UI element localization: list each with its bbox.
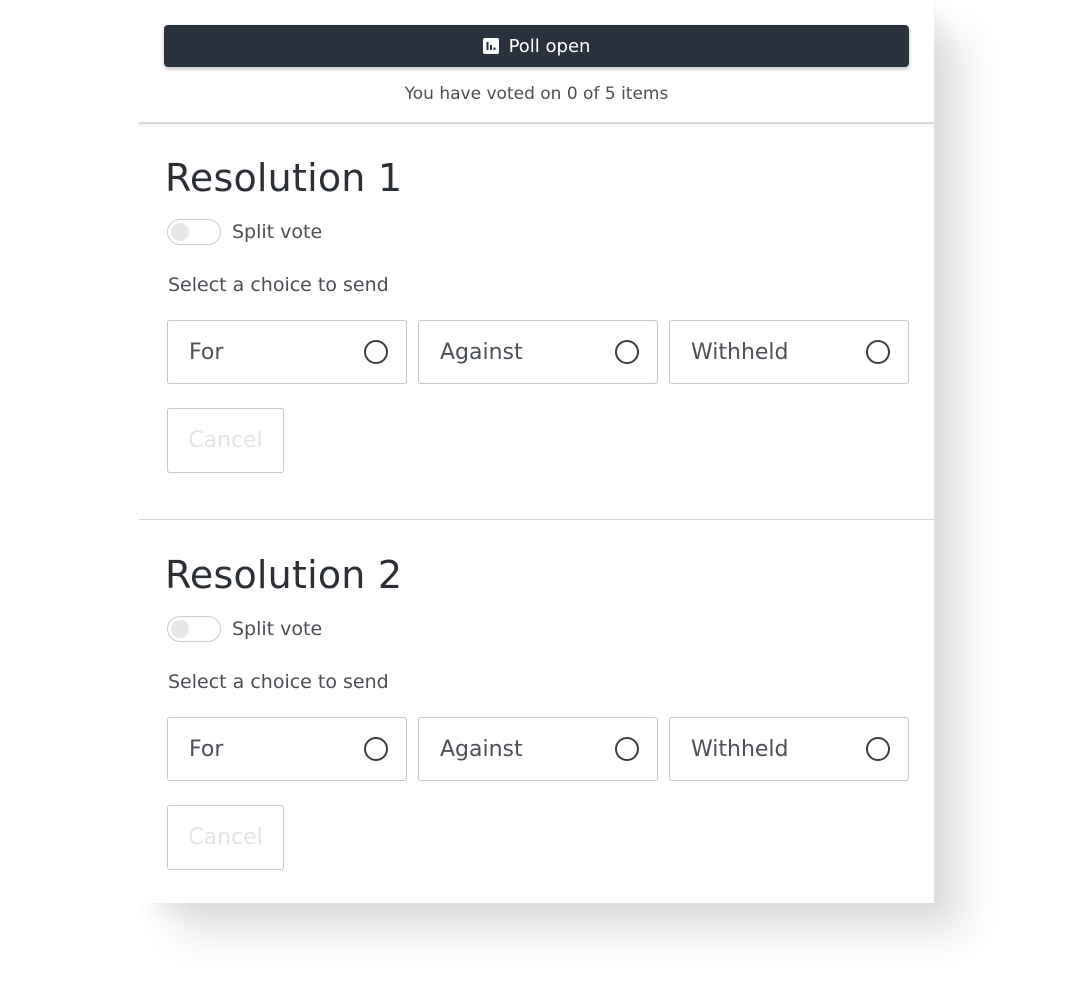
radio-icon[interactable] — [615, 737, 639, 761]
choice-label: Against — [440, 736, 523, 762]
voting-card: Poll open You have voted on 0 of 5 items… — [139, 0, 934, 903]
cancel-button[interactable]: Cancel — [167, 408, 284, 473]
choice-label: Withheld — [691, 736, 789, 762]
choice-withheld[interactable]: Withheld — [669, 717, 909, 781]
radio-icon[interactable] — [364, 340, 388, 364]
choice-label: Against — [440, 339, 523, 365]
toggle-knob — [171, 223, 189, 241]
radio-icon[interactable] — [615, 340, 639, 364]
choice-for[interactable]: For — [167, 320, 407, 384]
choice-against[interactable]: Against — [418, 717, 658, 781]
split-vote-toggle[interactable] — [167, 616, 221, 642]
split-vote-row: Split vote — [167, 616, 322, 642]
choice-group: For Against Withheld — [167, 717, 909, 781]
toggle-knob — [171, 620, 189, 638]
poll-status-bar: Poll open — [164, 25, 909, 67]
section-divider — [139, 519, 934, 520]
cancel-button[interactable]: Cancel — [167, 805, 284, 870]
choice-withheld[interactable]: Withheld — [669, 320, 909, 384]
split-vote-toggle[interactable] — [167, 219, 221, 245]
poll-status-label: Poll open — [508, 35, 591, 57]
split-vote-label: Split vote — [232, 618, 323, 640]
split-vote-row: Split vote — [167, 219, 322, 245]
choice-label: For — [189, 736, 224, 762]
choice-label: Withheld — [691, 339, 789, 365]
choice-prompt: Select a choice to send — [168, 274, 389, 296]
choice-prompt: Select a choice to send — [168, 671, 389, 693]
choice-group: For Against Withheld — [167, 320, 909, 384]
bar-chart-icon — [482, 38, 499, 54]
resolution-title: Resolution 2 — [165, 553, 403, 597]
radio-icon[interactable] — [364, 737, 388, 761]
resolution-title: Resolution 1 — [165, 156, 403, 200]
split-vote-label: Split vote — [232, 221, 323, 243]
radio-icon[interactable] — [866, 737, 890, 761]
radio-icon[interactable] — [866, 340, 890, 364]
header-divider — [139, 122, 934, 124]
voting-card-body: Poll open You have voted on 0 of 5 items… — [139, 0, 934, 903]
choice-against[interactable]: Against — [418, 320, 658, 384]
choice-label: For — [189, 339, 224, 365]
vote-progress-text: You have voted on 0 of 5 items — [404, 84, 669, 104]
choice-for[interactable]: For — [167, 717, 407, 781]
